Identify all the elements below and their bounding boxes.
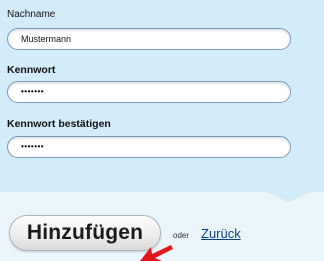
- lastname-label: Nachname: [7, 9, 56, 20]
- password-confirm-label: Kennwort bestätigen: [7, 118, 111, 130]
- red-pointer-arrow-icon: [140, 245, 173, 261]
- lastname-input[interactable]: Mustermann: [7, 28, 291, 50]
- password-confirm-input[interactable]: •••••••: [7, 136, 291, 158]
- password-input[interactable]: •••••••: [7, 81, 291, 103]
- or-text: oder: [173, 231, 190, 240]
- password-label: Kennwort: [7, 64, 56, 76]
- back-link[interactable]: Zurück: [201, 226, 241, 241]
